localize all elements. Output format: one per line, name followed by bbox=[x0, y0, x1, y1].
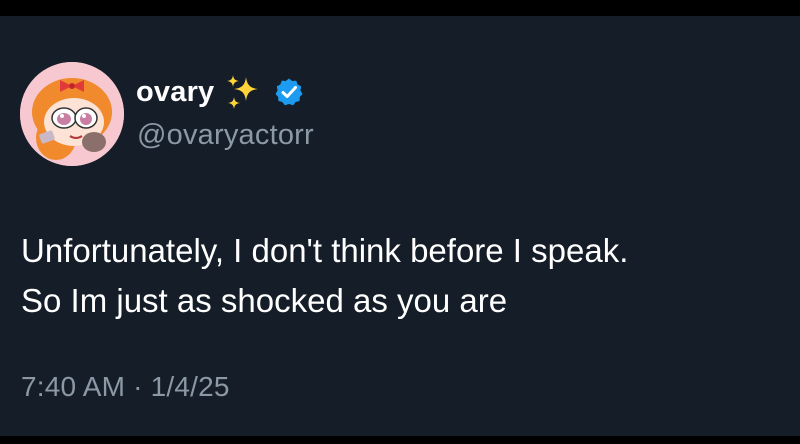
sparkles-icon bbox=[224, 73, 262, 111]
tweet-time: 7:40 AM bbox=[21, 371, 126, 402]
tweet-text-line: So Im just as shocked as you are bbox=[21, 282, 508, 319]
tweet-text-line: Unfortunately, I don't think before I sp… bbox=[21, 232, 629, 269]
cartoon-girl-avatar-icon bbox=[20, 62, 124, 166]
author-row: ovary bbox=[136, 72, 304, 112]
verified-badge-icon[interactable] bbox=[274, 77, 304, 107]
display-name[interactable]: ovary bbox=[136, 76, 214, 109]
user-handle[interactable]: @ovaryactorr bbox=[137, 119, 314, 152]
avatar[interactable] bbox=[20, 62, 124, 166]
tweet-timestamp[interactable]: 7:40 AM · 1/4/25 bbox=[21, 371, 230, 403]
tweet-card: ovary @ovaryactorr Unfortunately, I don'… bbox=[0, 16, 800, 436]
tweet-date: 1/4/25 bbox=[150, 371, 230, 402]
meta-separator: · bbox=[133, 371, 143, 402]
tweet-text: Unfortunately, I don't think before I sp… bbox=[21, 226, 791, 326]
